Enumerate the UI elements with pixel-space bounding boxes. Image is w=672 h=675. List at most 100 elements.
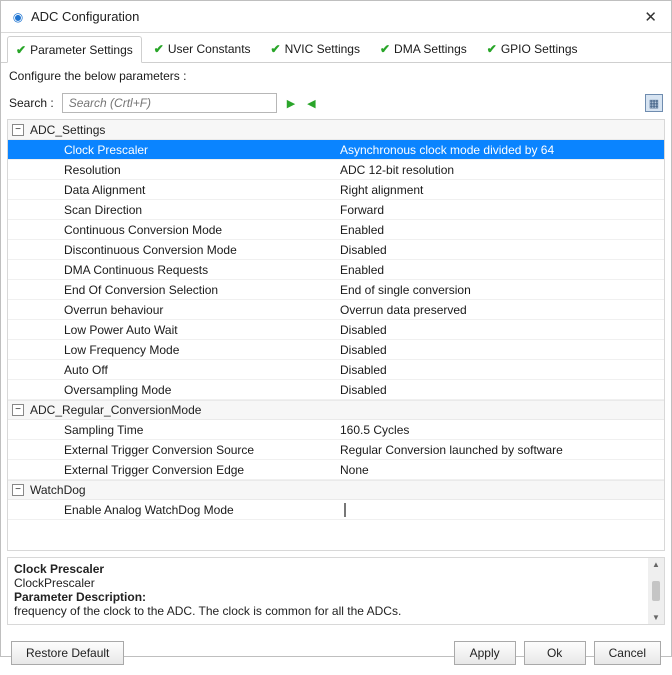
group-label: ADC_Regular_ConversionMode bbox=[30, 403, 201, 417]
restore-default-button[interactable]: Restore Default bbox=[11, 641, 124, 665]
ok-button[interactable]: Ok bbox=[524, 641, 586, 665]
group-header[interactable]: − WatchDog bbox=[8, 480, 664, 500]
parameter-tree[interactable]: − ADC_Settings Clock Prescaler Asynchron… bbox=[7, 119, 665, 551]
param-row[interactable]: Oversampling ModeDisabled bbox=[8, 380, 664, 400]
param-value[interactable]: Disabled bbox=[336, 383, 664, 397]
param-label: Low Frequency Mode bbox=[8, 343, 336, 357]
search-input[interactable] bbox=[62, 93, 277, 113]
group-label: WatchDog bbox=[30, 483, 86, 497]
param-row[interactable]: Data AlignmentRight alignment bbox=[8, 180, 664, 200]
param-label: Sampling Time bbox=[8, 423, 336, 437]
param-row[interactable]: External Trigger Conversion EdgeNone bbox=[8, 460, 664, 480]
check-icon: ✔ bbox=[154, 42, 164, 56]
param-value[interactable]: Enabled bbox=[336, 223, 664, 237]
param-row[interactable]: Low Frequency ModeDisabled bbox=[8, 340, 664, 360]
param-value[interactable]: Asynchronous clock mode divided by 64 bbox=[336, 143, 664, 157]
tab-label: DMA Settings bbox=[394, 42, 467, 56]
scrollbar[interactable]: ▲ ▼ bbox=[648, 558, 664, 624]
param-label: Low Power Auto Wait bbox=[8, 323, 336, 337]
param-label: Auto Off bbox=[8, 363, 336, 377]
tab-label: Parameter Settings bbox=[30, 43, 133, 57]
search-next-icon[interactable]: ▶ bbox=[285, 97, 297, 110]
param-label: End Of Conversion Selection bbox=[8, 283, 336, 297]
param-label: Discontinuous Conversion Mode bbox=[8, 243, 336, 257]
param-value[interactable]: Disabled bbox=[336, 363, 664, 377]
app-icon: ◉ bbox=[11, 10, 25, 24]
scroll-up-icon[interactable]: ▲ bbox=[652, 560, 660, 569]
scroll-down-icon[interactable]: ▼ bbox=[652, 613, 660, 622]
param-row[interactable]: Sampling Time160.5 Cycles bbox=[8, 420, 664, 440]
param-row[interactable]: Low Power Auto WaitDisabled bbox=[8, 320, 664, 340]
param-value[interactable]: 160.5 Cycles bbox=[336, 423, 664, 437]
param-value[interactable]: None bbox=[336, 463, 664, 477]
tab-label: User Constants bbox=[168, 42, 251, 56]
group-header[interactable]: − ADC_Regular_ConversionMode bbox=[8, 400, 664, 420]
param-row[interactable]: DMA Continuous RequestsEnabled bbox=[8, 260, 664, 280]
check-icon: ✔ bbox=[16, 43, 26, 57]
param-row[interactable]: Discontinuous Conversion ModeDisabled bbox=[8, 240, 664, 260]
param-label: DMA Continuous Requests bbox=[8, 263, 336, 277]
param-label: Scan Direction bbox=[8, 203, 336, 217]
param-value[interactable]: ADC 12-bit resolution bbox=[336, 163, 664, 177]
param-value[interactable]: Right alignment bbox=[336, 183, 664, 197]
tab-gpio-settings[interactable]: ✔ GPIO Settings bbox=[479, 35, 586, 62]
param-value[interactable]: Forward bbox=[336, 203, 664, 217]
tabs: ✔ Parameter Settings ✔ User Constants ✔ … bbox=[1, 33, 671, 63]
checkbox[interactable] bbox=[344, 503, 346, 517]
desc-title: Clock Prescaler bbox=[14, 562, 104, 576]
param-row[interactable]: Continuous Conversion ModeEnabled bbox=[8, 220, 664, 240]
param-label: Oversampling Mode bbox=[8, 383, 336, 397]
window-title: ADC Configuration bbox=[31, 9, 139, 24]
param-row[interactable]: ResolutionADC 12-bit resolution bbox=[8, 160, 664, 180]
collapse-icon[interactable]: − bbox=[12, 484, 24, 496]
param-row[interactable]: Enable Analog WatchDog Mode bbox=[8, 500, 664, 520]
param-value[interactable]: Disabled bbox=[336, 323, 664, 337]
subheading: Configure the below parameters : bbox=[1, 63, 671, 89]
param-row[interactable]: Auto OffDisabled bbox=[8, 360, 664, 380]
group-header[interactable]: − ADC_Settings bbox=[8, 120, 664, 140]
tab-user-constants[interactable]: ✔ User Constants bbox=[146, 35, 259, 62]
button-row: Restore Default Apply Ok Cancel bbox=[1, 631, 671, 675]
param-value[interactable]: Disabled bbox=[336, 243, 664, 257]
param-row[interactable]: Clock Prescaler Asynchronous clock mode … bbox=[8, 140, 664, 160]
collapse-icon[interactable]: − bbox=[12, 404, 24, 416]
cancel-button[interactable]: Cancel bbox=[594, 641, 661, 665]
grid-view-button[interactable]: ▦ bbox=[645, 94, 663, 112]
desc-subtitle: ClockPrescaler bbox=[14, 576, 646, 590]
param-value[interactable] bbox=[336, 503, 664, 517]
param-value[interactable]: Regular Conversion launched by software bbox=[336, 443, 664, 457]
param-label: External Trigger Conversion Source bbox=[8, 443, 336, 457]
param-value[interactable]: Enabled bbox=[336, 263, 664, 277]
param-row[interactable]: End Of Conversion SelectionEnd of single… bbox=[8, 280, 664, 300]
description-panel: Clock Prescaler ClockPrescaler Parameter… bbox=[7, 557, 665, 625]
param-row[interactable]: Scan DirectionForward bbox=[8, 200, 664, 220]
desc-heading: Parameter Description: bbox=[14, 590, 146, 604]
check-icon: ✔ bbox=[380, 42, 390, 56]
param-label: Resolution bbox=[8, 163, 336, 177]
param-row[interactable]: External Trigger Conversion SourceRegula… bbox=[8, 440, 664, 460]
group-label: ADC_Settings bbox=[30, 123, 105, 137]
close-icon[interactable]: ✕ bbox=[640, 6, 661, 28]
param-label: Clock Prescaler bbox=[8, 143, 336, 157]
tab-dma-settings[interactable]: ✔ DMA Settings bbox=[372, 35, 475, 62]
param-label: External Trigger Conversion Edge bbox=[8, 463, 336, 477]
search-prev-icon[interactable]: ◀ bbox=[305, 97, 317, 110]
desc-body: frequency of the clock to the ADC. The c… bbox=[14, 604, 646, 618]
search-label: Search : bbox=[9, 96, 54, 110]
param-label: Enable Analog WatchDog Mode bbox=[8, 503, 336, 517]
param-value[interactable]: Disabled bbox=[336, 343, 664, 357]
collapse-icon[interactable]: − bbox=[12, 124, 24, 136]
param-row[interactable]: Overrun behaviourOverrun data preserved bbox=[8, 300, 664, 320]
param-value[interactable]: Overrun data preserved bbox=[336, 303, 664, 317]
titlebar: ◉ ADC Configuration ✕ bbox=[1, 1, 671, 33]
tab-nvic-settings[interactable]: ✔ NVIC Settings bbox=[263, 35, 368, 62]
param-label: Data Alignment bbox=[8, 183, 336, 197]
scroll-thumb[interactable] bbox=[652, 581, 660, 601]
tab-label: NVIC Settings bbox=[285, 42, 360, 56]
param-label: Continuous Conversion Mode bbox=[8, 223, 336, 237]
tab-parameter-settings[interactable]: ✔ Parameter Settings bbox=[7, 36, 142, 63]
param-value[interactable]: End of single conversion bbox=[336, 283, 664, 297]
search-row: Search : ▶ ◀ ▦ bbox=[1, 89, 671, 119]
check-icon: ✔ bbox=[487, 42, 497, 56]
apply-button[interactable]: Apply bbox=[454, 641, 516, 665]
